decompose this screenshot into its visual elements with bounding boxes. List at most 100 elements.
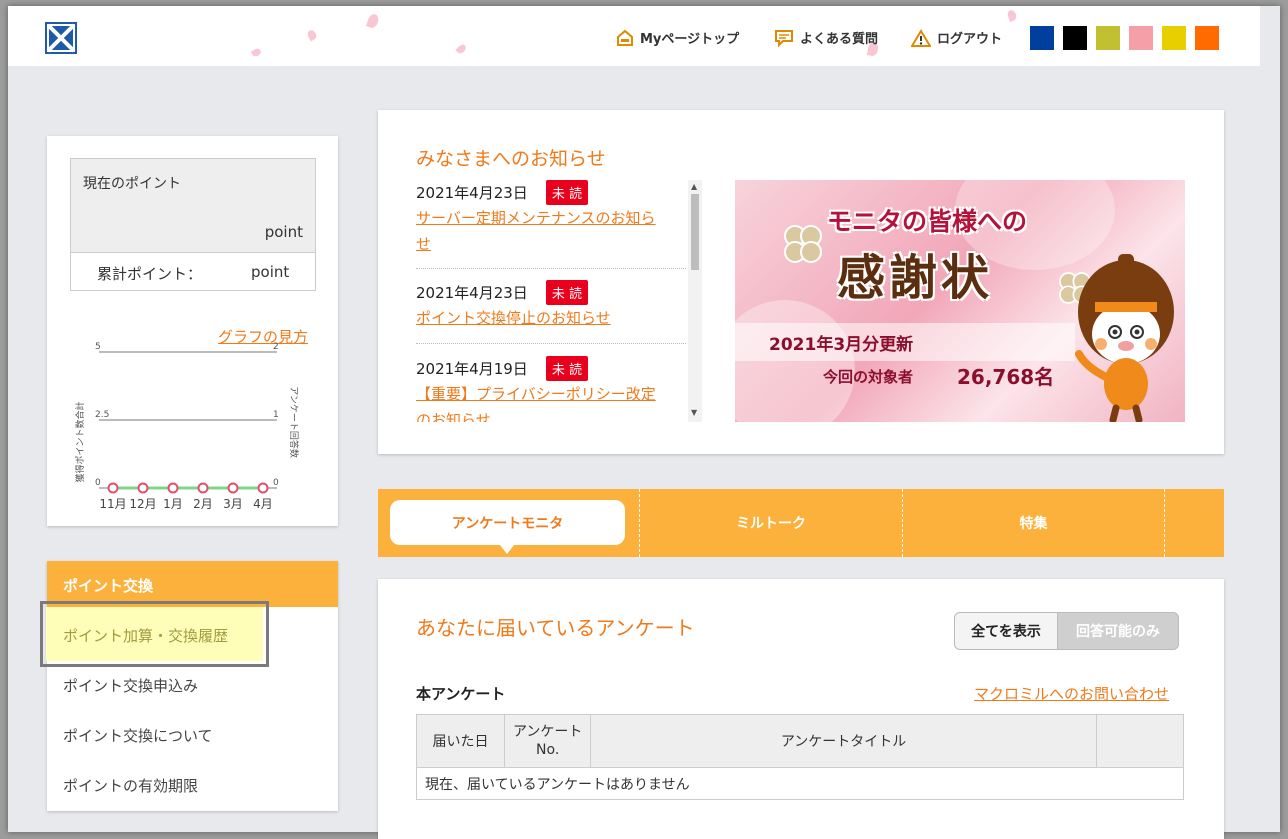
news-item: 2021年4月23日未 読 ポイント交換停止のお知らせ [416,280,611,331]
tab-divider [1164,489,1165,557]
survey-card: あなたに届いているアンケート 全てを表示 回答可能のみ 本アンケート マクロミル… [378,579,1224,839]
current-point-label: 現在のポイント [83,176,181,192]
news-title-link[interactable]: サーバー定期メンテナンスのお知らせ [416,205,656,257]
news-date: 2021年4月19日 [416,360,528,378]
total-point-row: 累計ポイント： point [71,253,315,291]
active-tab-pointer [500,545,514,554]
theme-color-orange[interactable] [1195,26,1219,50]
sakura-petal-decoration [306,28,318,42]
y2-tick-label: 0 [273,478,279,488]
thanks-banner[interactable]: モニタの皆様への 感謝状 2021年3月分更新 今回の対象者 26,768名 [735,180,1185,422]
y-axis-label: 獲得ポイント数合計 [74,401,86,482]
answerable-only-button[interactable]: 回答可能のみ [1058,612,1179,650]
theme-color-yellow[interactable] [1162,26,1186,50]
current-point-unit: point [264,223,303,241]
x-tick-label: 4月 [253,497,273,511]
contact-macromill-link[interactable]: マクロミルへのお問い合わせ [974,683,1169,704]
category-tabs: アンケートモニタ ミルトーク 特集 [378,489,1224,557]
banner-line3: 2021年3月分更新 [769,335,914,355]
scroll-down-arrow-icon[interactable]: ▼ [691,408,697,417]
data-point [137,482,149,494]
banner-count: 26,768名 [957,365,1055,389]
empty-message: 現在、届いているアンケートはありません [416,767,1184,800]
theme-color-black[interactable] [1063,26,1087,50]
news-title-line: サーバー定期メンテナンスのお知ら [416,209,656,227]
divider [416,268,686,269]
y-tick-label: 0 [95,478,101,488]
news-title-line: せ [416,235,432,253]
data-point [167,482,179,494]
y2-tick-label: 2 [273,342,279,352]
menu-item-history[interactable]: ポイント加算・交換履歴 [63,625,228,646]
logout-link[interactable]: ログアウト [911,28,1002,47]
scrollbar-thumb[interactable] [691,194,699,270]
unread-badge: 未 読 [545,356,588,381]
news-title-line: 【重要】プライバシーポリシー改定 [416,385,656,403]
x-tick-label: 3月 [223,497,243,511]
tab-survey-monitor[interactable]: アンケートモニタ [390,500,625,545]
col-survey-title: アンケートタイトル [590,714,1097,768]
tab-special[interactable]: 特集 [903,489,1164,557]
news-title-line: ポイント交換停止のお知らせ [416,309,611,327]
data-point [257,482,269,494]
point-summary-card: 現在のポイント point 累計ポイント： point グラフの見方 5 2 2.5… [47,136,338,526]
faq-link[interactable]: よくある質問 [774,28,878,47]
main-survey-subheading: 本アンケート [416,685,506,703]
theme-color-olive[interactable] [1096,26,1120,50]
unread-badge: 未 読 [545,280,588,305]
warning-icon [911,28,931,47]
mypage-top-link[interactable]: Myページトップ [616,28,739,47]
menu-item-about[interactable]: ポイント交換について [63,725,213,746]
news-title-link[interactable]: ポイント交換停止のお知らせ [416,305,611,331]
news-list: 2021年4月23日未 読 サーバー定期メンテナンスのお知らせ 2021年4月2… [416,180,686,422]
x-tick-label: 1月 [163,497,183,511]
menu-item-expiry[interactable]: ポイントの有効期限 [63,775,198,796]
news-title-line: のお知らせ [416,411,491,422]
total-point-label: 累計ポイント： [97,265,203,283]
table-row: 現在、届いているアンケートはありません [416,767,1184,800]
sakura-petal-decoration [455,42,468,56]
site-logo[interactable] [45,22,77,54]
y-tick-label: 5 [95,342,101,352]
show-all-button[interactable]: 全てを表示 [954,612,1058,650]
news-title-link[interactable]: 【重要】プライバシーポリシー改定のお知らせ [416,381,656,422]
current-point-area: 現在のポイント point [71,159,315,253]
x-tick-label: 11月 [99,497,126,511]
clover-icon [784,225,822,263]
chat-bubble-icon [775,29,793,47]
theme-color-blue[interactable] [1030,26,1054,50]
sakura-petal-decoration [1006,8,1018,23]
sakura-petal-decoration [250,47,263,58]
news-item: 2021年4月19日未 読 【重要】プライバシーポリシー改定のお知らせ [416,356,656,422]
col-action [1095,714,1185,768]
menu-item-apply[interactable]: ポイント交換申込み [63,675,198,696]
point-box: 現在のポイント point 累計ポイント： point [70,158,316,291]
data-point [197,482,209,494]
x-tick-label: 2月 [193,497,213,511]
y2-tick-label: 1 [273,410,279,420]
x-tick-label: 12月 [129,497,156,511]
faq-label: よくある質問 [800,32,879,47]
y-tick-label: 2.5 [95,410,109,420]
logout-label: ログアウト [937,32,1003,47]
y2-axis-label: アンケート回答数 [288,386,300,458]
news-date: 2021年4月23日 [416,184,528,202]
news-item: 2021年4月23日未 読 サーバー定期メンテナンスのお知らせ [416,180,656,257]
sakura-petal-decoration [365,12,381,30]
table-header-row: 届いた日 アンケート No. アンケートタイトル [415,714,1185,768]
tab-miltalk[interactable]: ミルトーク [640,489,902,557]
divider [416,343,686,344]
news-date: 2021年4月23日 [416,284,528,302]
theme-color-pink[interactable] [1129,26,1153,50]
news-scrollbar[interactable]: ▲ ▼ [688,180,702,422]
news-heading: みなさまへのお知らせ [416,148,606,170]
survey-heading: あなたに届いているアンケート [416,616,695,640]
data-point [107,482,119,494]
home-icon [617,29,633,46]
scroll-up-arrow-icon[interactable]: ▲ [691,182,697,191]
site-header: Myページトップ よくある質問 ログアウト [8,6,1260,66]
total-point-unit: point [251,263,290,281]
col-received-date: 届いた日 [415,714,506,768]
blossom-decoration [735,300,855,422]
news-card: みなさまへのお知らせ 2021年4月23日未 読 サーバー定期メンテナンスのお知… [378,110,1224,454]
